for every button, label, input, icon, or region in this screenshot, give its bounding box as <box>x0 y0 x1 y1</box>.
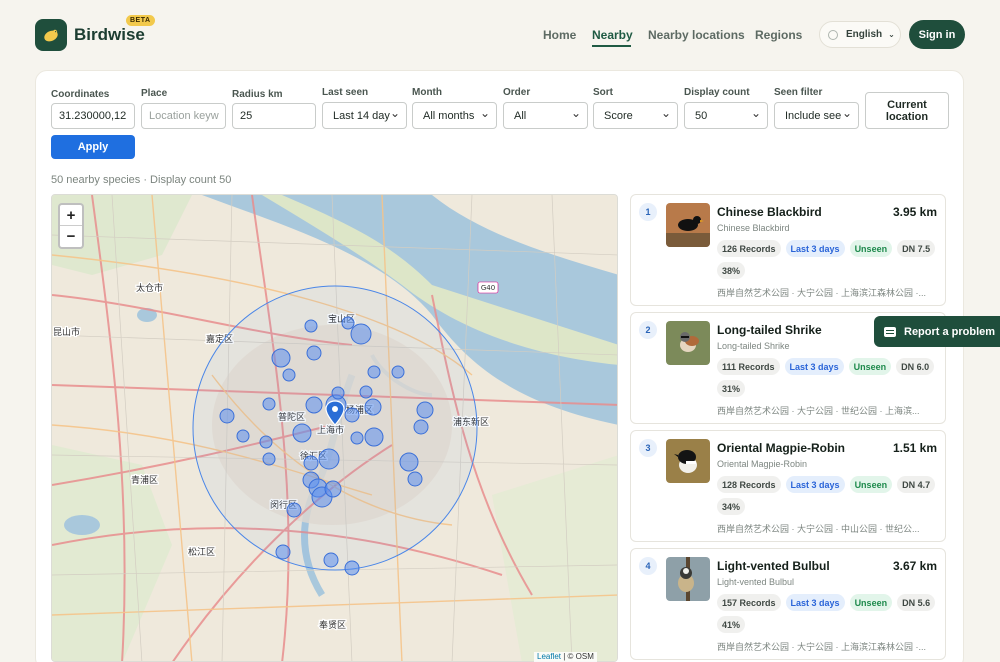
rank-badge: 2 <box>639 321 657 339</box>
globe-icon <box>828 29 838 40</box>
species-photo <box>666 439 710 483</box>
report-problem-label: Report a problem <box>904 325 996 338</box>
radius-label: Radius km <box>232 89 283 100</box>
message-icon <box>884 326 896 337</box>
frequency-badge: 31% <box>717 380 746 397</box>
species-name[interactable]: Oriental Magpie-Robin <box>717 441 845 455</box>
map-label-taicang: 太仓市 <box>136 282 163 294</box>
unseen-badge: Unseen <box>849 476 893 493</box>
nav-regions[interactable]: Regions <box>755 28 802 42</box>
rank-badge: 4 <box>639 557 657 575</box>
records-badge: 128 Records <box>717 476 781 493</box>
map-label-songjiang: 松江区 <box>188 546 215 558</box>
report-problem-button[interactable]: Report a problem <box>874 316 1000 347</box>
zoom-out-button[interactable]: − <box>60 226 82 247</box>
month-label: Month <box>412 87 442 98</box>
last-seen-badge: Last 3 days <box>785 240 845 257</box>
sort-select[interactable]: Score <box>593 102 678 129</box>
last-seen-label: Last seen <box>322 87 369 98</box>
species-subname: Light-vented Bulbul <box>717 577 795 587</box>
map-attribution: Leaflet | © OSM <box>534 652 597 662</box>
sort-label: Sort <box>593 87 613 98</box>
locations-list: 西岸自然艺术公园 · 大宁公园 · 上海滨江森林公园 ·... <box>717 288 926 298</box>
species-name[interactable]: Long-tailed Shrike <box>717 323 822 337</box>
highway-label: G40 <box>481 284 495 292</box>
beta-badge: BETA <box>126 15 155 26</box>
unseen-badge: Unseen <box>848 358 892 375</box>
chevron-down-icon: ⌄ <box>888 30 895 39</box>
dn-badge: DN 5.6 <box>897 594 936 611</box>
distance-value: 3.95 km <box>892 205 937 219</box>
records-badge: 157 Records <box>717 594 781 611</box>
locations-list: 西岸自然艺术公园 · 大宁公园 · 上海滨江森林公园 ·... <box>717 642 926 652</box>
rank-badge: 1 <box>639 203 657 221</box>
species-photo <box>666 557 710 601</box>
leaflet-link[interactable]: Leaflet <box>537 652 561 661</box>
last-seen-badge: Last 3 days <box>785 594 845 611</box>
records-badge: 111 Records <box>717 358 780 375</box>
order-select[interactable]: All <box>503 102 588 129</box>
species-subname: Chinese Blackbird <box>717 223 790 233</box>
unseen-badge: Unseen <box>849 594 893 611</box>
sign-in-button[interactable]: Sign in <box>909 20 965 49</box>
distance-value: 1.51 km <box>892 441 937 455</box>
current-location-button[interactable]: Current location <box>865 92 949 129</box>
zoom-in-button[interactable]: + <box>60 205 82 226</box>
species-card[interactable]: 4 Light-vented Bulbul Light-vented Bulbu… <box>630 548 946 660</box>
language-label: English <box>846 29 883 40</box>
zoom-control: + − <box>58 203 84 249</box>
last-seen-badge: Last 3 days <box>785 476 845 493</box>
order-label: Order <box>503 87 531 98</box>
distance-value: 3.67 km <box>892 559 937 573</box>
brand-name[interactable]: Birdwise <box>74 25 145 45</box>
apply-button[interactable]: Apply <box>51 135 135 159</box>
display-count-select[interactable]: 50 <box>684 102 768 129</box>
dn-badge: DN 7.5 <box>897 240 936 257</box>
place-input[interactable]: Location keyw <box>141 103 226 129</box>
coordinates-label: Coordinates <box>51 89 110 100</box>
frequency-badge: 38% <box>717 262 746 279</box>
nav-nearby[interactable]: Nearby <box>592 28 633 42</box>
map-label-kunshan: 昆山市 <box>53 326 80 338</box>
species-subname: Oriental Magpie-Robin <box>717 459 808 469</box>
radius-input[interactable]: 25 <box>232 103 316 129</box>
coordinates-input[interactable]: 31.230000,12 <box>51 103 135 129</box>
last-seen-select[interactable]: Last 14 day <box>322 102 407 129</box>
seen-filter-label: Seen filter <box>774 87 823 98</box>
top-bar: Birdwise BETA Home Nearby Nearby locatio… <box>0 0 1000 70</box>
active-nav-indicator <box>592 45 631 47</box>
language-select[interactable]: English ⌄ <box>819 21 901 48</box>
osm-credit: | © OSM <box>561 652 594 661</box>
records-badge: 126 Records <box>717 240 781 257</box>
dn-badge: DN 6.0 <box>896 358 935 375</box>
place-label: Place <box>141 88 168 99</box>
species-photo <box>666 203 710 247</box>
species-name[interactable]: Light-vented Bulbul <box>717 559 830 573</box>
locations-list: 西岸自然艺术公园 · 大宁公园 · 世纪公园 · 上海滨... <box>717 406 920 416</box>
nav-home[interactable]: Home <box>543 28 576 42</box>
results-summary: 50 nearby species · Display count 50 <box>51 174 232 186</box>
map-label-qingpu: 青浦区 <box>131 474 158 486</box>
species-photo <box>666 321 710 365</box>
map-label-fengxian: 奉贤区 <box>319 619 346 631</box>
map-view[interactable]: G40 太仓市 宝山区 昆山市 嘉定区 普陀区 杨浦区 上海市 徐汇区 青浦区 … <box>51 194 618 662</box>
species-card[interactable]: 1 Chinese Blackbird Chinese Blackbird 3.… <box>630 194 946 306</box>
dn-badge: DN 4.7 <box>897 476 936 493</box>
species-card[interactable]: 3 Oriental Magpie-Robin Oriental Magpie-… <box>630 430 946 542</box>
species-name[interactable]: Chinese Blackbird <box>717 205 822 219</box>
display-count-label: Display count <box>684 87 750 98</box>
locations-list: 西岸自然艺术公园 · 大宁公园 · 中山公园 · 世纪公... <box>717 524 920 534</box>
rank-badge: 3 <box>639 439 657 457</box>
seen-filter-select[interactable]: Include see <box>774 102 859 129</box>
unseen-badge: Unseen <box>849 240 893 257</box>
month-select[interactable]: All months <box>412 102 497 129</box>
nav-nearby-locations[interactable]: Nearby locations <box>648 28 745 42</box>
frequency-badge: 34% <box>717 498 746 515</box>
species-subname: Long-tailed Shrike <box>717 341 790 351</box>
frequency-badge: 41% <box>717 616 746 633</box>
map-tiles: G40 太仓市 宝山区 昆山市 嘉定区 普陀区 杨浦区 上海市 徐汇区 青浦区 … <box>52 195 617 661</box>
logo-icon[interactable] <box>35 19 67 51</box>
last-seen-badge: Last 3 days <box>784 358 844 375</box>
